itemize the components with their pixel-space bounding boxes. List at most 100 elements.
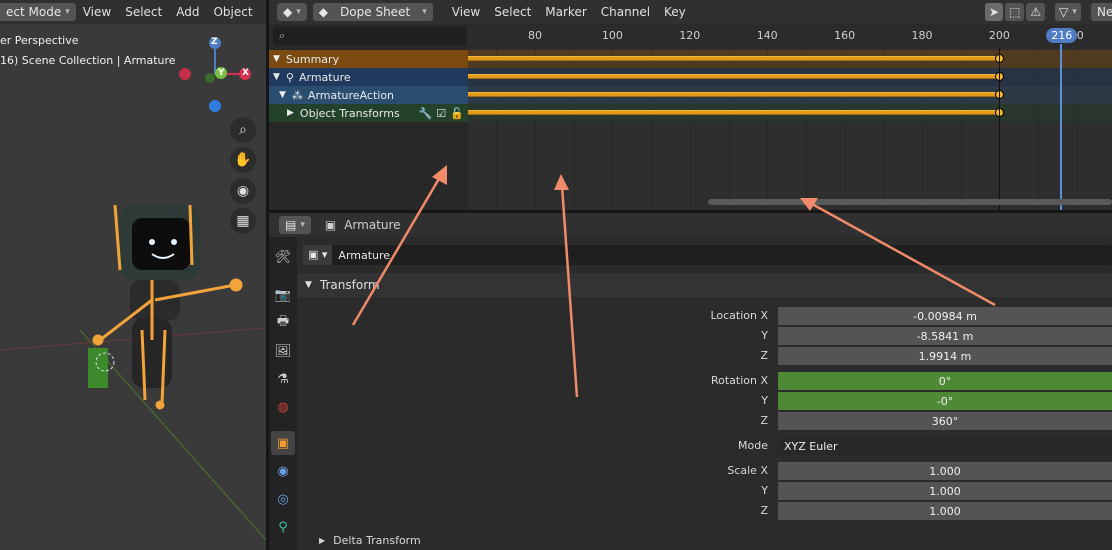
- scene-tab-icon[interactable]: ⚗: [271, 367, 295, 391]
- gizmo-x-label: X: [242, 68, 249, 78]
- wrench-icon[interactable]: 🔧: [419, 107, 433, 120]
- menu-marker[interactable]: Marker: [538, 0, 593, 24]
- location-z-field[interactable]: 1.9914 m: [778, 347, 1112, 365]
- physics-tab-icon[interactable]: ◎: [271, 487, 295, 511]
- scale-x-field[interactable]: 1.000: [778, 462, 1112, 480]
- ruler-tick-label: 160: [834, 29, 856, 42]
- gizmo-y-label: Y: [218, 68, 225, 78]
- transform-section-label: Transform: [319, 278, 380, 292]
- channel-search-input[interactable]: ⌕: [273, 27, 466, 45]
- menu-add[interactable]: Add: [169, 0, 206, 24]
- chevron-down-icon: ▾: [300, 220, 305, 230]
- search-icon: ⌕: [279, 29, 286, 42]
- output-tab-icon[interactable]: 🖶: [271, 311, 295, 335]
- object-tab-icon[interactable]: ▣: [271, 431, 295, 455]
- keyframe-hold-bar[interactable]: [468, 74, 1000, 79]
- menu-channel[interactable]: Channel: [594, 0, 657, 24]
- ruler-tick-label: 120: [679, 29, 701, 42]
- properties-header: ▤ ▾ ▣ Armature: [269, 213, 1112, 237]
- channel-armature-action[interactable]: ▼ ⁂ ArmatureAction: [269, 86, 468, 104]
- modifier-tab-icon[interactable]: ◉: [271, 459, 295, 483]
- rotation-mode-dropdown[interactable]: XYZ Euler: [778, 437, 1112, 455]
- box-select-icon[interactable]: ⬚: [1005, 3, 1025, 21]
- pan-hand-icon[interactable]: ✋: [230, 147, 256, 173]
- armature-data-tab-icon[interactable]: ⚲: [271, 515, 295, 539]
- object-name-field[interactable]: ▣ ▾ Armature: [303, 245, 1112, 265]
- frame-ruler[interactable]: 8010012014016018020020: [468, 24, 1112, 48]
- mode-dropdown-dopesheet[interactable]: ◆ Dope Sheet ▾: [312, 3, 433, 21]
- world-tab-icon[interactable]: ◍: [271, 395, 295, 419]
- ruler-tick-label: 80: [528, 29, 542, 42]
- viewport-header: ect Mode ▾ View Select Add Object: [0, 0, 266, 24]
- channel-label: Summary: [285, 52, 340, 66]
- delta-transform-section-header[interactable]: ▶ Delta Transform: [319, 534, 421, 547]
- scale-y-field[interactable]: 1.000: [778, 482, 1112, 500]
- expand-triangle-icon: ▼: [279, 90, 286, 100]
- chevron-down-icon: ▾: [65, 7, 70, 17]
- new-button[interactable]: Ne: [1091, 3, 1112, 21]
- editor-type-dropdown[interactable]: ▤ ▾: [279, 216, 311, 234]
- select-cursor-icon[interactable]: ➤: [985, 3, 1004, 21]
- editor-type-dropdown[interactable]: ◆ ▾: [277, 3, 307, 21]
- scale-y-label: Y: [761, 484, 768, 497]
- object-icon[interactable]: ▣ ▾: [303, 245, 333, 265]
- scale-z-label: Z: [760, 504, 768, 517]
- current-frame-badge[interactable]: 216: [1046, 28, 1078, 43]
- tool-tab-icon[interactable]: 🛠: [271, 245, 295, 269]
- chevron-down-icon: ▾: [296, 7, 301, 17]
- viewport-perspective-label: er Perspective: [0, 34, 79, 47]
- dope-sheet-timeline[interactable]: 8010012014016018020020 216: [468, 24, 1112, 210]
- keyframe-hold-bar[interactable]: [468, 92, 1000, 97]
- mode-label: ect Mode: [6, 5, 62, 19]
- transform-section-header[interactable]: ▼ Transform: [297, 273, 1112, 297]
- armature-icon: ⚲: [285, 70, 294, 84]
- keyframe-hold-bar[interactable]: [468, 110, 1000, 115]
- channel-summary[interactable]: ▼ Summary: [269, 50, 468, 68]
- ruler-tick-label: 180: [911, 29, 933, 42]
- object-name-value: Armature: [338, 248, 391, 262]
- location-y-field[interactable]: -8.5841 m: [778, 327, 1112, 345]
- dope-sheet-editor: ◆ ▾ ◆ Dope Sheet ▾ View Select Marker Cha…: [269, 0, 1112, 210]
- 3d-viewport[interactable]: ect Mode ▾ View Select Add Object er Per…: [0, 0, 266, 550]
- menu-object[interactable]: Object: [206, 0, 259, 24]
- camera-icon[interactable]: ◉: [230, 178, 256, 204]
- channel-label: Armature: [298, 70, 351, 84]
- grid-icon[interactable]: ▦: [230, 208, 256, 234]
- menu-select[interactable]: Select: [487, 0, 538, 24]
- action-icon: ⁂: [291, 88, 303, 102]
- filter-icon[interactable]: ▽ ▾: [1055, 3, 1081, 21]
- rotation-x-label: Rotation X: [710, 374, 768, 387]
- channel-armature[interactable]: ▼ ⚲ Armature: [269, 68, 468, 86]
- rotation-x-field[interactable]: 0°: [778, 372, 1112, 390]
- warning-icon[interactable]: ⚠: [1026, 3, 1046, 21]
- channel-label: ArmatureAction: [307, 88, 395, 102]
- location-x-label: Location X: [710, 309, 768, 322]
- keyframe-hold-bar[interactable]: [468, 56, 1000, 61]
- collapsed-triangle-icon: ▶: [319, 536, 326, 545]
- gizmo-z-label: Z: [211, 37, 218, 47]
- timeline-horizontal-scrollbar[interactable]: [708, 199, 1112, 205]
- location-z-label: Z: [760, 349, 768, 362]
- dope-sheet-mode-label: Dope Sheet: [340, 5, 411, 19]
- menu-view[interactable]: View: [76, 0, 118, 24]
- header-object-name: Armature: [344, 218, 401, 232]
- location-x-field[interactable]: -0.00984 m: [778, 307, 1112, 325]
- rotation-y-field[interactable]: -0°: [778, 392, 1112, 410]
- channel-object-transforms[interactable]: ▶ Object Transforms 🔧 ☑ 🔓: [269, 104, 468, 122]
- properties-editor: ▤ ▾ ▣ Armature 🛠 📷 🖶 🖼 ⚗ ◍ ▣ ◉ ◎ ⚲ ▣ ▾ Ar…: [269, 213, 1112, 550]
- menu-view[interactable]: View: [445, 0, 487, 24]
- location-y-label: Y: [761, 329, 768, 342]
- menu-select[interactable]: Select: [118, 0, 169, 24]
- keyframe-icon: ◆: [318, 5, 328, 19]
- zoom-icon[interactable]: ⌕: [230, 117, 256, 143]
- render-tab-icon[interactable]: 📷: [271, 283, 295, 307]
- scale-z-field[interactable]: 1.000: [778, 502, 1112, 520]
- checkbox-icon[interactable]: ☑: [436, 107, 446, 120]
- rotation-z-field[interactable]: 360°: [778, 412, 1112, 430]
- playhead-line[interactable]: [1060, 44, 1063, 210]
- view-layer-tab-icon[interactable]: 🖼: [271, 339, 295, 363]
- mode-dropdown[interactable]: ect Mode ▾: [0, 3, 76, 21]
- rotation-y-label: Y: [761, 394, 768, 407]
- lock-icon[interactable]: 🔓: [450, 107, 464, 120]
- menu-key[interactable]: Key: [657, 0, 693, 24]
